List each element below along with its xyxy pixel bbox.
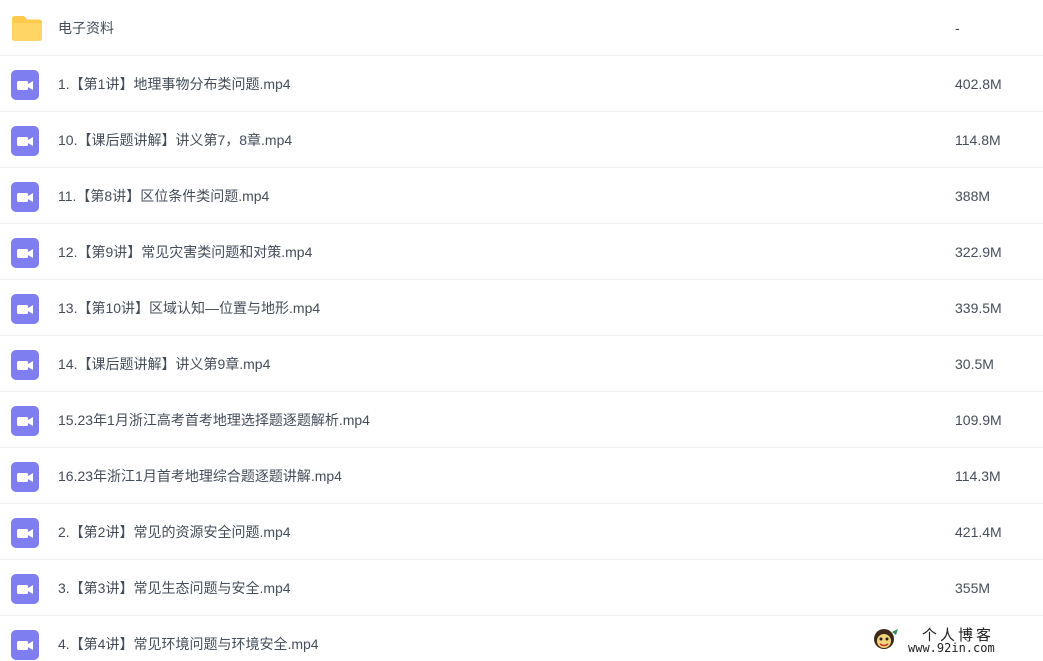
file-row[interactable]: 16.23年浙江1月首考地理综合题逐题讲解.mp4 114.3M [0,448,1043,504]
video-file-icon [11,406,41,436]
file-name[interactable]: 16.23年浙江1月首考地理综合题逐题讲解.mp4 [58,448,342,504]
mascot-logo-icon [870,626,900,657]
file-list: 电子资料 - 1.【第1讲】地理事物分布类问题.mp4 402.8M 10.【课… [0,0,1043,661]
file-name[interactable]: 电子资料 [58,0,114,56]
file-name[interactable]: 15.23年1月浙江高考首考地理选择题逐题解析.mp4 [58,392,370,448]
file-row[interactable]: 电子资料 - [0,0,1043,56]
file-size: - [955,20,960,36]
file-size: 421.4M [955,524,1002,540]
watermark: 个人博客 www.92in.com [870,624,1030,658]
video-file-icon [11,182,41,212]
file-size: 114.3M [955,468,1001,484]
file-name[interactable]: 10.【课后题讲解】讲义第7，8章.mp4 [58,112,292,168]
video-file-icon [11,350,41,380]
file-row[interactable]: 1.【第1讲】地理事物分布类问题.mp4 402.8M [0,56,1043,112]
file-row[interactable]: 2.【第2讲】常见的资源安全问题.mp4 421.4M [0,504,1043,560]
file-name[interactable]: 1.【第1讲】地理事物分布类问题.mp4 [58,56,291,112]
file-size: 114.8M [955,132,1001,148]
file-name[interactable]: 13.【第10讲】区域认知—位置与地形.mp4 [58,280,320,336]
file-size: 322.9M [955,244,1002,260]
file-row[interactable]: 10.【课后题讲解】讲义第7，8章.mp4 114.8M [0,112,1043,168]
file-size: 339.5M [955,300,1002,316]
video-file-icon [11,70,41,100]
watermark-url: www.92in.com [908,641,995,655]
file-name[interactable]: 2.【第2讲】常见的资源安全问题.mp4 [58,504,291,560]
video-file-icon [11,294,41,324]
file-size: 388M [955,188,991,204]
video-file-icon [11,238,41,268]
file-row[interactable]: 13.【第10讲】区域认知—位置与地形.mp4 339.5M [0,280,1043,336]
file-name[interactable]: 12.【第9讲】常见灾害类问题和对策.mp4 [58,224,312,280]
video-file-icon [11,630,41,660]
file-size: 355M [955,580,991,596]
file-name[interactable]: 11.【第8讲】区位条件类问题.mp4 [58,168,269,224]
file-size: 109.9M [955,412,1002,428]
file-name[interactable]: 4.【第4讲】常见环境问题与环境安全.mp4 [58,616,319,661]
video-file-icon [11,518,41,548]
file-row[interactable]: 15.23年1月浙江高考首考地理选择题逐题解析.mp4 109.9M [0,392,1043,448]
file-size: 30.5M [955,356,994,372]
file-name[interactable]: 14.【课后题讲解】讲义第9章.mp4 [58,336,270,392]
file-row[interactable]: 14.【课后题讲解】讲义第9章.mp4 30.5M [0,336,1043,392]
video-file-icon [11,574,41,604]
file-size: 402.8M [955,76,1002,92]
video-file-icon [11,462,41,492]
file-name[interactable]: 3.【第3讲】常见生态问题与安全.mp4 [58,560,291,616]
file-row[interactable]: 12.【第9讲】常见灾害类问题和对策.mp4 322.9M [0,224,1043,280]
file-row[interactable]: 11.【第8讲】区位条件类问题.mp4 388M [0,168,1043,224]
video-file-icon [11,126,41,156]
file-row[interactable]: 3.【第3讲】常见生态问题与安全.mp4 355M [0,560,1043,616]
folder-icon [11,14,42,44]
